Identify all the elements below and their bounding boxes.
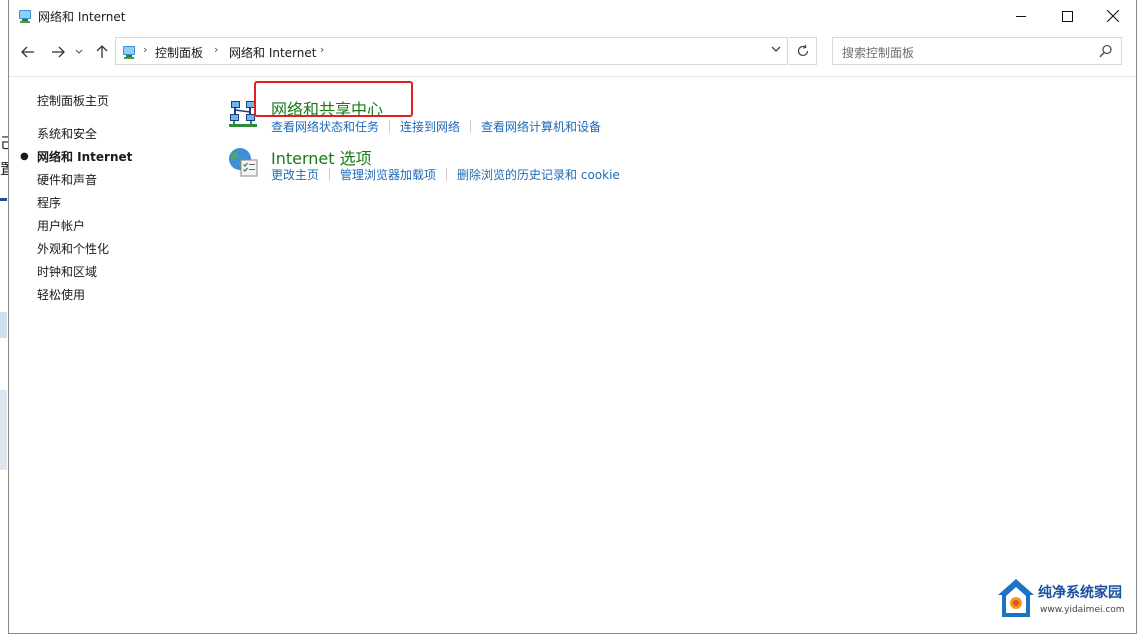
title-bar: 网络和 Internet bbox=[9, 0, 1136, 32]
back-button[interactable] bbox=[17, 40, 39, 64]
chevron-right-icon: › bbox=[143, 43, 148, 56]
sidebar-item-control-panel-home[interactable]: 控制面板主页 bbox=[37, 92, 109, 109]
sidebar-item-system-security[interactable]: 系统和安全 bbox=[37, 125, 97, 142]
chevron-right-icon[interactable]: › bbox=[320, 43, 324, 56]
sidebar-item-programs[interactable]: 程序 bbox=[37, 194, 61, 211]
internet-options-icon[interactable] bbox=[227, 146, 259, 178]
chevron-down-icon[interactable] bbox=[771, 45, 781, 53]
arrow-right-icon bbox=[52, 46, 65, 58]
divider bbox=[470, 120, 472, 133]
divider bbox=[446, 168, 448, 181]
watermark-url: www.yidaimei.com bbox=[1040, 605, 1125, 615]
close-icon bbox=[1107, 10, 1119, 22]
window-title: 网络和 Internet bbox=[38, 10, 126, 24]
change-homepage-link[interactable]: 更改主页 bbox=[271, 168, 319, 182]
chevron-right-icon[interactable]: › bbox=[214, 43, 218, 56]
minimize-button[interactable] bbox=[998, 0, 1044, 32]
arrow-left-icon bbox=[21, 46, 34, 58]
divider bbox=[329, 168, 331, 181]
sidebar-item-ease-of-access[interactable]: 轻松使用 bbox=[37, 286, 85, 303]
up-button[interactable] bbox=[91, 40, 113, 64]
maximize-icon bbox=[1061, 10, 1073, 22]
forward-button[interactable] bbox=[47, 40, 69, 64]
chevron-down-icon bbox=[75, 49, 83, 54]
current-item-bullet: ● bbox=[20, 151, 29, 162]
maximize-button[interactable] bbox=[1044, 0, 1090, 32]
delete-history-link[interactable]: 删除浏览的历史记录和 cookie bbox=[457, 168, 620, 182]
view-network-computers-link[interactable]: 查看网络计算机和设备 bbox=[481, 120, 601, 134]
search-placeholder: 搜索控制面板 bbox=[842, 46, 915, 60]
minimize-icon bbox=[1015, 15, 1026, 17]
arrow-up-icon bbox=[96, 45, 108, 58]
watermark: 纯净系统家园 www.yidaimei.com bbox=[992, 575, 1137, 637]
sidebar-item-clock-region[interactable]: 时钟和区域 bbox=[37, 263, 97, 280]
recent-locations-button[interactable] bbox=[71, 40, 87, 64]
sidebar-item-network-internet[interactable]: 网络和 Internet bbox=[37, 148, 132, 165]
divider bbox=[9, 76, 1136, 77]
manage-addons-link[interactable]: 管理浏览器加载项 bbox=[340, 168, 436, 182]
search-icon[interactable] bbox=[1099, 44, 1113, 58]
background-block bbox=[0, 390, 7, 470]
sidebar-item-user-accounts[interactable]: 用户帐户 bbox=[37, 217, 85, 234]
background-bar bbox=[0, 198, 7, 201]
sidebar-item-hardware-sound[interactable]: 硬件和声音 bbox=[37, 171, 97, 188]
close-button[interactable] bbox=[1090, 0, 1136, 32]
internet-options-links: 更改主页 管理浏览器加载项 删除浏览的历史记录和 cookie bbox=[271, 166, 620, 183]
house-logo-icon bbox=[998, 579, 1034, 617]
connect-to-network-link[interactable]: 连接到网络 bbox=[400, 120, 460, 134]
highlight-box bbox=[254, 81, 413, 117]
address-bar[interactable]: › 控制面板 › 网络和 Internet › bbox=[115, 37, 788, 65]
sidebar-item-appearance[interactable]: 外观和个性化 bbox=[37, 240, 109, 257]
divider bbox=[389, 120, 391, 133]
refresh-icon bbox=[797, 44, 808, 57]
watermark-title: 纯净系统家园 bbox=[1038, 585, 1122, 601]
breadcrumb-item[interactable]: 网络和 Internet bbox=[229, 44, 316, 61]
control-panel-icon bbox=[123, 46, 135, 59]
control-panel-window: 网络和 Internet › 控制面板 › 网络和 Internet › 搜索控… bbox=[8, 0, 1137, 634]
breadcrumb-item[interactable]: 控制面板 bbox=[155, 44, 203, 61]
background-block bbox=[0, 312, 7, 338]
view-network-status-link[interactable]: 查看网络状态和任务 bbox=[271, 120, 379, 134]
refresh-button[interactable] bbox=[789, 37, 817, 65]
control-panel-icon bbox=[19, 10, 31, 23]
search-box[interactable]: 搜索控制面板 bbox=[832, 37, 1122, 65]
network-sharing-links: 查看网络状态和任务 连接到网络 查看网络计算机和设备 bbox=[271, 118, 601, 135]
